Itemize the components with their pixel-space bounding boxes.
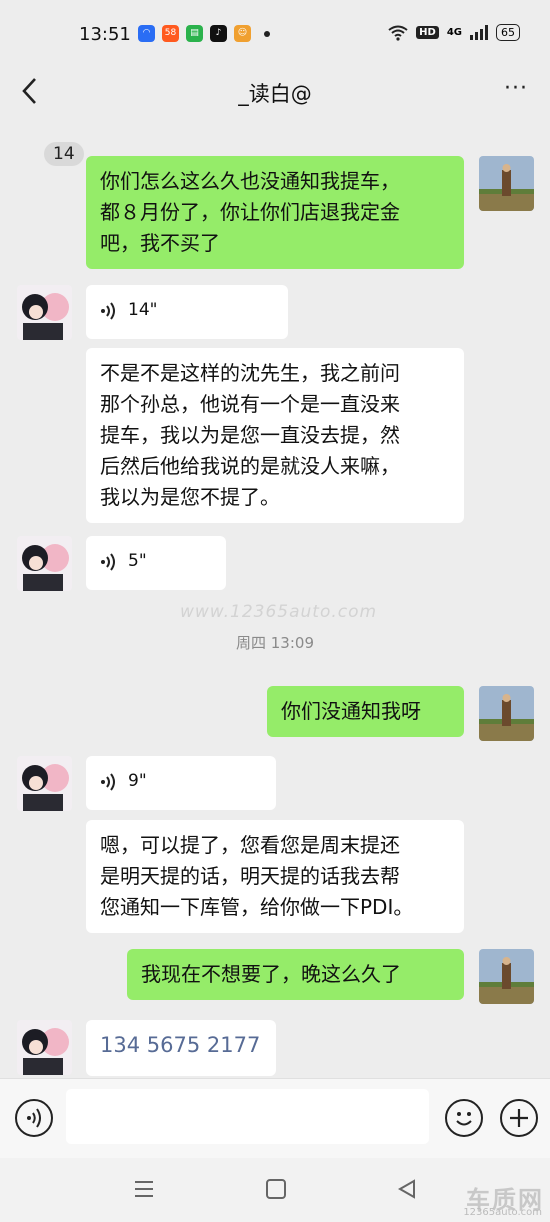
status-time: 13:51	[79, 24, 131, 45]
voice-message: 9"	[100, 766, 262, 797]
my-avatar[interactable]	[479, 686, 534, 741]
contact-avatar[interactable]	[17, 536, 72, 591]
battery-icon: 65	[496, 24, 520, 41]
contact-avatar[interactable]	[17, 756, 72, 811]
message-line: 你们怎么这么久也没通知我提车，	[100, 169, 400, 193]
emoji-icon[interactable]	[445, 1099, 483, 1137]
plus-icon[interactable]	[500, 1099, 538, 1137]
menu-icon[interactable]	[133, 1178, 155, 1200]
time-separator: 周四 13:09	[236, 634, 314, 652]
site-url: 12365auto.com	[463, 1207, 542, 1218]
my-avatar[interactable]	[479, 949, 534, 1004]
voice-duration: 5"	[128, 551, 147, 571]
back-triangle-icon[interactable]	[396, 1178, 418, 1200]
hd-icon: HD	[416, 26, 439, 39]
input-bar	[0, 1078, 550, 1159]
voice-message-bubble[interactable]: 9"	[86, 756, 276, 810]
home-icon[interactable]	[265, 1178, 287, 1200]
message-bubble-sent[interactable]: 你们怎么这么久也没通知我提车， 都８月份了，你让你们店退我定金 吧，我不买了	[86, 156, 464, 269]
voice-wave-icon	[101, 552, 115, 571]
message-bubble-sent[interactable]: 我现在不想要了，晚这么久了	[127, 949, 464, 1000]
58-icon: 58	[162, 25, 179, 42]
message-bubble-received[interactable]: 134 5675 2177	[86, 1020, 276, 1076]
message-app-icon: ▤	[186, 25, 203, 42]
contact-avatar[interactable]	[17, 1020, 72, 1075]
more-options-icon[interactable]: ···	[504, 76, 528, 101]
wifi-icon	[388, 25, 408, 41]
phone-number-link[interactable]: 134 5675 2177	[100, 1033, 260, 1057]
message-line: 您通知一下库管，给你做一下PDI。	[100, 895, 414, 919]
message-bubble-sent[interactable]: 你们没通知我呀	[267, 686, 464, 737]
voice-wave-icon	[101, 772, 115, 791]
voice-input-toggle-icon[interactable]	[15, 1099, 53, 1137]
signal-icon	[470, 25, 488, 40]
voice-message-bubble[interactable]: 14"	[86, 285, 288, 339]
message-line: 嗯，可以提了，您看您是周末提还	[100, 833, 400, 857]
message-line: 你们没通知我呀	[281, 699, 421, 723]
contact-avatar[interactable]	[17, 285, 72, 340]
message-bubble-received[interactable]: 嗯，可以提了，您看您是周末提还 是明天提的话，明天提的话我去帮 您通知一下库管，…	[86, 820, 464, 933]
voice-wave-icon	[101, 301, 115, 320]
message-line: 后然后他给我说的是就没人来嘛，	[100, 454, 400, 478]
app-icon: ◠	[138, 25, 155, 42]
voice-duration: 14"	[128, 300, 158, 320]
message-line: 不是不是这样的沈先生，我之前问	[100, 361, 400, 385]
voice-duration: 9"	[128, 771, 147, 791]
my-avatar[interactable]	[479, 156, 534, 211]
notification-icons: ◠ 58 ▤ ♪ ☺	[138, 25, 270, 42]
voice-message: 14"	[100, 295, 274, 326]
message-input[interactable]	[66, 1089, 429, 1144]
message-line: 是明天提的话，明天提的话我去帮	[100, 864, 400, 888]
more-notifications-dot-icon	[264, 31, 270, 37]
message-line: 我现在不想要了，晚这么久了	[141, 962, 401, 986]
message-line: 都８月份了，你让你们店退我定金	[100, 200, 400, 224]
status-bar: 13:51 ◠ 58 ▤ ♪ ☺ HD 4G 65	[0, 0, 550, 66]
watermark: www.12365auto.com	[180, 602, 378, 622]
chat-messages[interactable]: 你们怎么这么久也没通知我提车， 都８月份了，你让你们店退我定金 吧，我不买了 1…	[0, 118, 550, 1078]
message-line: 我以为是您不提了。	[100, 485, 280, 509]
message-bubble-received[interactable]: 不是不是这样的沈先生，我之前问 那个孙总，他说有一个是一直没来 提车，我以为是您…	[86, 348, 464, 523]
voice-message-bubble[interactable]: 5"	[86, 536, 226, 590]
tiktok-icon: ♪	[210, 25, 227, 42]
chat-header: 14 _读白@ ···	[0, 66, 550, 166]
message-line: 那个孙总，他说有一个是一直没来	[100, 392, 400, 416]
mascot-app-icon: ☺	[234, 25, 251, 42]
network-type: 4G	[446, 27, 462, 38]
voice-message: 5"	[100, 546, 212, 577]
message-line: 吧，我不买了	[100, 231, 220, 255]
contact-name: _读白@	[238, 82, 312, 106]
message-line: 提车，我以为是您一直没去提，然	[100, 423, 400, 447]
status-right: HD 4G 65	[388, 24, 520, 41]
